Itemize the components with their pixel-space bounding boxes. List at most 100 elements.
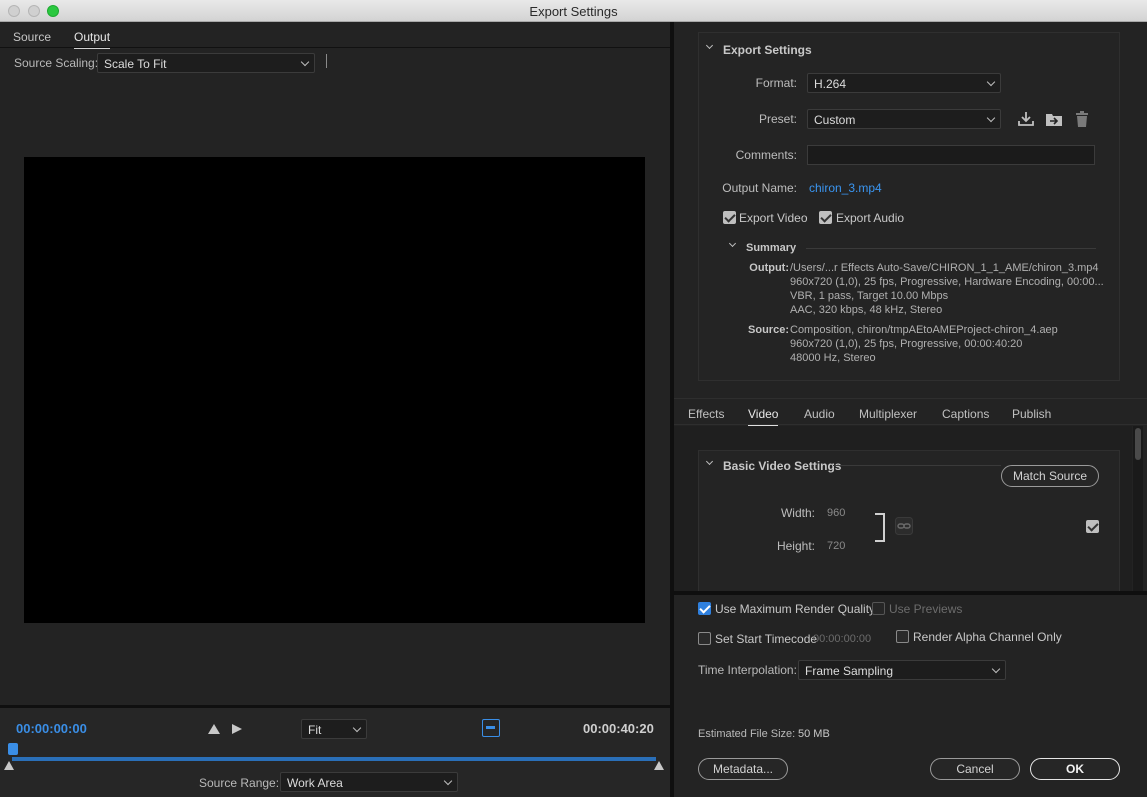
- render-alpha-checkbox[interactable]: [896, 630, 909, 643]
- source-scaling-label: Source Scaling:: [14, 56, 99, 70]
- source-scaling-row: Source Scaling: Scale To Fit: [0, 49, 670, 77]
- summary-source-label: Source:: [748, 324, 789, 336]
- width-label: Width:: [780, 506, 815, 520]
- save-preset-icon[interactable]: [1017, 110, 1035, 128]
- summary-output-line: VBR, 1 pass, Target 10.00 Mbps: [790, 290, 949, 302]
- zoom-dropdown[interactable]: Fit: [301, 719, 367, 739]
- format-label: Format:: [755, 76, 797, 90]
- comments-input[interactable]: [807, 145, 1095, 165]
- zoom-value: Fit: [308, 723, 322, 737]
- settings-tabs: Effects Video Audio Multiplexer Captions…: [674, 398, 1147, 426]
- summary-header[interactable]: Summary: [746, 242, 796, 254]
- window-title: Export Settings: [529, 4, 618, 19]
- chevron-down-icon[interactable]: [705, 457, 714, 466]
- divider: [806, 248, 1096, 249]
- summary-source-line: 960x720 (1,0), 25 fps, Progressive, 00:0…: [790, 338, 1023, 350]
- basic-video-settings-section: Basic Video Settings Match Source Width:…: [698, 450, 1120, 592]
- set-out-point-icon[interactable]: [232, 724, 242, 734]
- match-source-checkbox[interactable]: [1086, 520, 1099, 533]
- basic-video-settings-header[interactable]: Basic Video Settings: [723, 459, 841, 473]
- summary-output-line: AAC, 320 kbps, 48 kHz, Stereo: [790, 304, 943, 316]
- timeline-bar: 00:00:00:00 Fit 00:00:40:20 Source Range…: [0, 705, 670, 797]
- summary-source-line: Composition, chiron/tmpAEtoAMEProject-ch…: [790, 324, 1058, 336]
- right-panel: Export Settings Format: H.264 Preset: Cu…: [674, 22, 1147, 797]
- height-label: Height:: [776, 539, 815, 553]
- metadata-button[interactable]: Metadata...: [698, 758, 788, 780]
- tab-multiplexer[interactable]: Multiplexer: [859, 407, 917, 421]
- width-value[interactable]: 960: [827, 507, 845, 519]
- preset-dropdown[interactable]: Custom: [807, 109, 1001, 129]
- tab-effects[interactable]: Effects: [688, 407, 724, 421]
- timeline-track[interactable]: [12, 757, 656, 761]
- source-range-label: Source Range:: [199, 776, 280, 790]
- format-dropdown[interactable]: H.264: [807, 73, 1001, 93]
- chevron-down-icon: [986, 77, 996, 87]
- chevron-down-icon: [300, 57, 310, 67]
- max-render-quality-checkbox[interactable]: [698, 602, 711, 615]
- format-value: H.264: [814, 77, 847, 91]
- aspect-ratio-icon[interactable]: [482, 719, 500, 737]
- time-interpolation-dropdown[interactable]: Frame Sampling: [798, 660, 1006, 680]
- delete-preset-icon[interactable]: [1073, 110, 1091, 128]
- scrollbar-thumb[interactable]: [1135, 428, 1141, 460]
- source-scaling-dropdown[interactable]: Scale To Fit: [97, 53, 315, 73]
- chevron-down-icon: [991, 664, 1001, 674]
- source-range-dropdown[interactable]: Work Area: [280, 772, 458, 792]
- tab-audio[interactable]: Audio: [804, 407, 835, 421]
- divider: [326, 54, 327, 68]
- video-preview: [24, 157, 645, 623]
- tab-captions[interactable]: Captions: [942, 407, 989, 421]
- cancel-button[interactable]: Cancel: [930, 758, 1020, 780]
- height-value[interactable]: 720: [827, 540, 845, 552]
- video-settings-scrollbar[interactable]: [1133, 426, 1143, 592]
- divider: [833, 465, 1001, 466]
- export-video-label[interactable]: Export Video: [739, 211, 808, 225]
- title-bar: Export Settings: [0, 0, 1147, 22]
- current-timecode[interactable]: 00:00:00:00: [16, 721, 87, 736]
- summary-output-line: 960x720 (1,0), 25 fps, Progressive, Hard…: [790, 276, 1104, 288]
- max-render-quality-label[interactable]: Use Maximum Render Quality: [715, 602, 875, 616]
- estimated-file-size-label: Estimated File Size:: [698, 728, 796, 740]
- comments-label: Comments:: [735, 148, 797, 162]
- match-source-button[interactable]: Match Source: [1001, 465, 1099, 487]
- start-timecode-value[interactable]: 00:00:00:00: [813, 633, 871, 645]
- set-start-timecode-label[interactable]: Set Start Timecode: [715, 632, 817, 646]
- in-point-marker-icon[interactable]: [4, 761, 14, 770]
- import-preset-icon[interactable]: [1045, 110, 1063, 128]
- tab-publish[interactable]: Publish: [1012, 407, 1051, 421]
- chevron-down-icon[interactable]: [728, 239, 737, 248]
- source-output-tabs: Source Output: [0, 22, 670, 49]
- time-interpolation-value: Frame Sampling: [805, 664, 894, 678]
- chevron-down-icon: [352, 723, 362, 733]
- left-panel: Source Output Source Scaling: Scale To F…: [0, 22, 670, 797]
- summary-output-label: Output:: [749, 262, 789, 274]
- preset-label: Preset:: [758, 112, 797, 126]
- dimension-bracket: [875, 513, 885, 542]
- export-audio-checkbox[interactable]: [819, 211, 832, 224]
- summary-output-line: /Users/...r Effects Auto-Save/CHIRON_1_1…: [790, 262, 1099, 274]
- panel-divider: [674, 591, 1147, 595]
- estimated-file-size-value: 50 MB: [798, 728, 830, 740]
- video-settings-scroll-area: Basic Video Settings Match Source Width:…: [674, 426, 1132, 592]
- export-video-checkbox[interactable]: [723, 211, 736, 224]
- use-previews-checkbox[interactable]: [872, 602, 885, 615]
- set-start-timecode-checkbox[interactable]: [698, 632, 711, 645]
- export-settings-header[interactable]: Export Settings: [723, 43, 812, 57]
- out-point-marker-icon[interactable]: [654, 761, 664, 770]
- set-in-point-icon[interactable]: [208, 724, 220, 734]
- output-name-link[interactable]: chiron_3.mp4: [809, 181, 882, 195]
- tab-output[interactable]: Output: [74, 30, 111, 49]
- export-audio-label[interactable]: Export Audio: [836, 211, 904, 225]
- link-icon[interactable]: [895, 517, 913, 535]
- end-timecode: 00:00:40:20: [583, 721, 654, 736]
- aspect-ratio-bar: [486, 726, 495, 729]
- use-previews-label[interactable]: Use Previews: [889, 602, 962, 616]
- render-alpha-label[interactable]: Render Alpha Channel Only: [913, 630, 1062, 644]
- chevron-down-icon: [986, 113, 996, 123]
- export-settings-section: Export Settings Format: H.264 Preset: Cu…: [698, 32, 1120, 381]
- chevron-down-icon[interactable]: [705, 41, 714, 50]
- tab-video[interactable]: Video: [748, 407, 779, 426]
- tab-source[interactable]: Source: [13, 30, 51, 44]
- playhead-handle[interactable]: [8, 743, 18, 755]
- ok-button[interactable]: OK: [1030, 758, 1120, 780]
